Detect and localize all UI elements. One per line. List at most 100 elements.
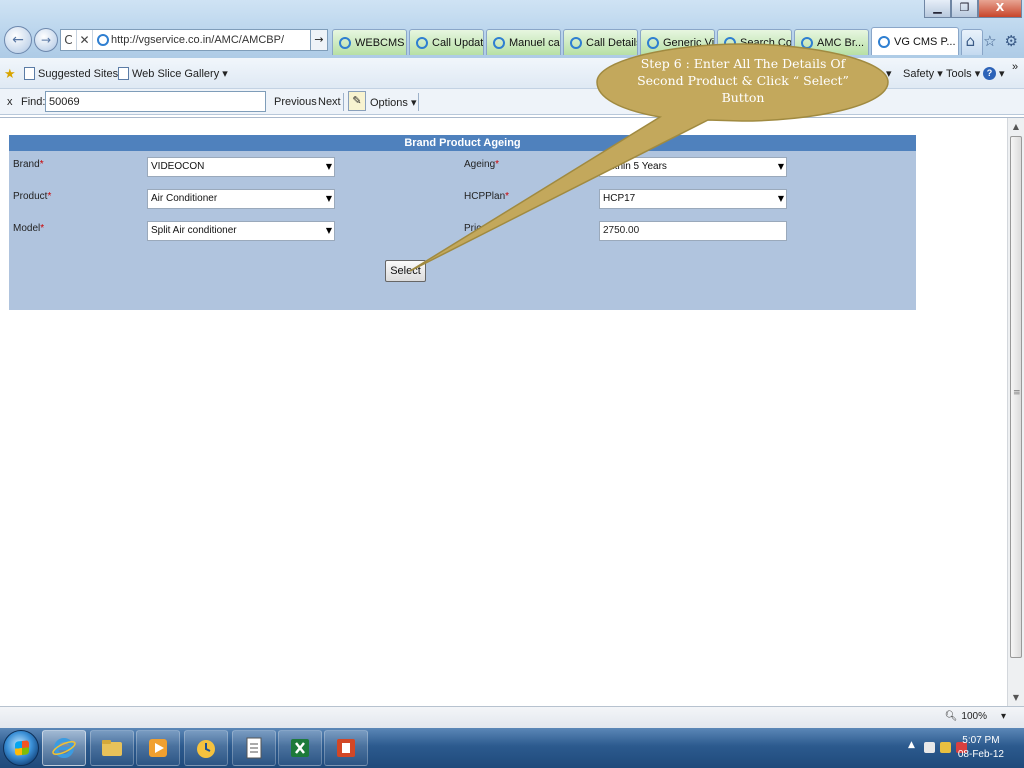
brand-select[interactable]: VIDEOCON ▼ xyxy=(147,157,335,177)
ageing-value: Within 5 Years xyxy=(603,161,667,172)
suggested-sites-link[interactable]: Suggested Sites ▾ xyxy=(24,67,127,80)
tab-label: VG CMS P... xyxy=(894,35,956,48)
tools-menu[interactable]: Tools ▾ xyxy=(946,67,980,81)
tab-label: Call Details xyxy=(586,36,638,49)
vertical-scrollbar[interactable]: ▲ ≡ ▼ xyxy=(1007,118,1024,706)
windows-taskbar: ▲ 5:07 PM 08-Feb-12 xyxy=(0,728,1024,768)
more-chevron-icon: » xyxy=(1012,61,1019,73)
tab-label: Manuel call... xyxy=(509,36,561,49)
find-input[interactable]: 50069 xyxy=(45,91,266,112)
page-menu-chevron[interactable]: ▾ xyxy=(886,67,892,80)
brand-product-ageing-panel: Brand Product Ageing Brand* VIDEOCON ▼ Pr… xyxy=(9,135,916,310)
browser-right-icons: ⌂ ☆ ⚙ xyxy=(966,32,1018,50)
taskbar-excel[interactable] xyxy=(278,730,322,766)
stop-button[interactable]: ✕ xyxy=(77,30,93,50)
ie-tab-icon xyxy=(416,36,428,49)
zoom-control[interactable]: 🔍︎ 100% ▾ xyxy=(945,711,1006,722)
required-mark: * xyxy=(47,191,52,202)
find-bar: x Find: 50069 Previous Next ✎ Options ▾ xyxy=(0,89,1024,115)
model-select[interactable]: Split Air conditioner ▼ xyxy=(147,221,335,241)
favorites-bar: ★ Suggested Sites ▾ Web Slice Gallery ▾ … xyxy=(0,58,1024,89)
ie-tab-icon xyxy=(570,36,582,49)
taskbar-notepad[interactable] xyxy=(232,730,276,766)
divider xyxy=(343,93,344,111)
chevron-down-icon: ▾ xyxy=(410,97,417,109)
taskbar-outlook[interactable] xyxy=(184,730,228,766)
settings-gear-icon[interactable]: ⚙ xyxy=(1005,32,1018,50)
model-label-text: Model xyxy=(13,223,41,234)
help-icon: ? xyxy=(983,67,996,80)
action-center-icon[interactable] xyxy=(924,742,935,753)
dropdown-arrow-icon: ▼ xyxy=(777,194,784,203)
favorites-button[interactable]: ★ xyxy=(4,67,16,82)
highlight-pencil-icon[interactable]: ✎ xyxy=(348,91,366,111)
scroll-grip-icon: ≡ xyxy=(1013,388,1021,398)
find-close-button[interactable]: x xyxy=(7,96,13,108)
price-label: Price xyxy=(464,223,487,234)
address-bar[interactable]: C ✕ http://vgservice.co.in/AMC/AMCBP/ xyxy=(60,29,328,51)
product-select[interactable]: Air Conditioner ▼ xyxy=(147,189,335,209)
taskbar-internet-explorer[interactable] xyxy=(42,730,86,766)
web-slice-gallery-link[interactable]: Web Slice Gallery ▾ xyxy=(118,67,228,80)
favorites-star-icon: ★ xyxy=(4,67,16,82)
taskbar-powerpoint[interactable] xyxy=(324,730,368,766)
tab-manuel-call[interactable]: Manuel call... xyxy=(486,29,561,55)
safety-menu[interactable]: Safety ▾ xyxy=(903,67,943,81)
forward-button[interactable]: → xyxy=(34,28,58,52)
maximize-button[interactable]: ❐ xyxy=(951,0,978,18)
home-icon[interactable]: ⌂ xyxy=(966,32,976,50)
tray-expand-icon[interactable]: ▲ xyxy=(908,740,915,750)
go-button[interactable]: → xyxy=(310,29,328,51)
find-previous-button[interactable]: Previous xyxy=(274,96,317,108)
ageing-select[interactable]: Within 5 Years ▼ xyxy=(599,157,787,177)
network-icon[interactable] xyxy=(940,742,951,753)
chevron-down-icon: ▾ xyxy=(937,68,943,80)
hcp-plan-label-text: HCPPlan xyxy=(464,191,506,202)
tab-call-details[interactable]: Call Details xyxy=(563,29,638,55)
required-mark: * xyxy=(505,191,510,202)
close-window-button[interactable]: X xyxy=(978,0,1022,18)
favorites-star-icon[interactable]: ☆ xyxy=(983,32,996,50)
more-commands-button[interactable]: » xyxy=(1012,61,1018,73)
scroll-up-icon[interactable]: ▲ xyxy=(1008,118,1024,135)
tab-search-co[interactable]: Search Co... xyxy=(717,29,792,55)
refresh-button[interactable]: C xyxy=(61,30,77,50)
callout-text: Step 6 : Enter All The Details Of Second… xyxy=(637,56,849,105)
ie-tab-icon xyxy=(647,36,659,49)
tab-label: AMC Br... xyxy=(817,36,865,49)
find-options-button[interactable]: Options ▾ xyxy=(370,96,417,109)
divider xyxy=(418,93,419,111)
taskbar-file-explorer[interactable] xyxy=(90,730,134,766)
go-arrow-icon: → xyxy=(314,33,324,46)
model-value: Split Air conditioner xyxy=(151,225,237,236)
page-viewport: Brand Product Ageing Brand* VIDEOCON ▼ Pr… xyxy=(0,117,1024,706)
hcp-plan-select[interactable]: HCP17 ▼ xyxy=(599,189,787,209)
tab-label: Call Updati... xyxy=(432,36,484,49)
tab-call-updation[interactable]: Call Updati... xyxy=(409,29,484,55)
browser-status-bar: 🔍︎ 100% ▾ xyxy=(0,706,1024,728)
scroll-down-icon[interactable]: ▼ xyxy=(1008,689,1024,706)
taskbar-clock[interactable]: 5:07 PM 08-Feb-12 xyxy=(958,734,1004,762)
start-button[interactable] xyxy=(3,730,39,766)
taskbar-media-player[interactable] xyxy=(136,730,180,766)
price-input[interactable]: 2750.00 xyxy=(599,221,787,241)
find-next-button[interactable]: Next xyxy=(318,96,341,108)
tab-generic-view[interactable]: Generic Vi... xyxy=(640,29,715,55)
document-icon xyxy=(246,737,262,759)
back-button[interactable]: ← xyxy=(4,26,32,54)
minimize-button[interactable]: ▁ xyxy=(924,0,951,18)
tab-webcms[interactable]: WEBCMS xyxy=(332,29,407,55)
page-icon xyxy=(118,67,129,80)
options-label: Options xyxy=(370,97,408,109)
zoom-level: 100% xyxy=(961,711,987,722)
select-button[interactable]: Select xyxy=(385,260,426,282)
tab-label: WEBCMS xyxy=(355,36,405,49)
tab-amc-brand[interactable]: AMC Br...× xyxy=(794,29,869,55)
brand-value: VIDEOCON xyxy=(151,161,205,172)
url-field[interactable]: http://vgservice.co.in/AMC/AMCBP/ xyxy=(93,34,327,47)
safety-label: Safety xyxy=(903,67,935,80)
powerpoint-icon xyxy=(337,739,355,757)
help-menu[interactable]: ? ▾ xyxy=(983,67,1005,80)
outlook-icon xyxy=(197,740,215,758)
tab-vg-cms[interactable]: VG CMS P... xyxy=(871,27,959,55)
